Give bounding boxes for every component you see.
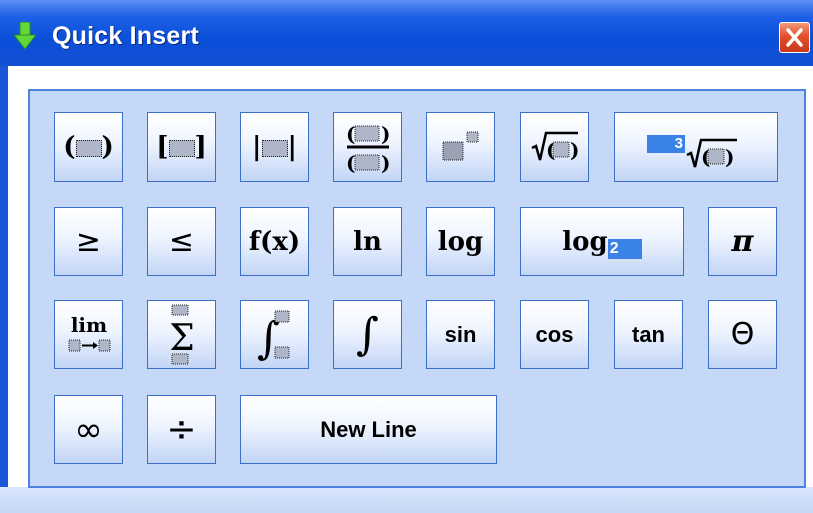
infinity-button[interactable]: ∞ (54, 395, 123, 464)
summation-button[interactable]: Σ (147, 300, 216, 369)
nth-root-icon: ( ) (686, 138, 737, 169)
cos-label: cos (535, 321, 574, 347)
theta-button[interactable]: Θ (708, 300, 777, 369)
log-label: log (437, 226, 484, 257)
definite-integral-icon: ∫ (257, 310, 289, 363)
window-bottom-edge (0, 487, 813, 513)
summation-label: Σ (169, 318, 194, 359)
nth-root-index: 3 (647, 135, 685, 153)
parentheses-icon: () (63, 132, 114, 162)
svg-text:(: ( (346, 151, 355, 175)
infinity-label: ∞ (74, 409, 103, 450)
greater-equal-label: ≥ (75, 224, 102, 259)
ln-label: ln (353, 226, 382, 257)
limit-button[interactable]: lim (54, 300, 123, 369)
integral-label: ∫ (356, 309, 379, 360)
sin-label: sin (444, 321, 477, 347)
new-line-button[interactable]: New Line (240, 395, 497, 464)
function-label: f(x) (248, 226, 301, 257)
function-button[interactable]: f(x) (240, 207, 309, 276)
title-bar[interactable]: Quick Insert (0, 0, 813, 66)
cos-button[interactable]: cos (520, 300, 589, 369)
log-base-label: log (562, 226, 608, 257)
less-equal-button[interactable]: ≤ (147, 207, 216, 276)
absolute-value-button[interactable]: | | (240, 112, 309, 182)
new-line-label: New Line (320, 416, 417, 442)
pi-button[interactable]: π (708, 207, 777, 276)
svg-text:): ) (570, 138, 579, 162)
integral-button[interactable]: ∫ (333, 300, 402, 369)
divide-button[interactable]: ÷ (147, 395, 216, 464)
log-base-button[interactable]: log 2 (520, 207, 684, 276)
svg-text:): ) (725, 145, 734, 169)
square-root-icon: ( ) (530, 131, 579, 162)
quick-insert-window: Quick Insert () [] | | ( ) ( ) () 3 ()… (0, 0, 813, 513)
fraction-icon: ( ) ( ) (346, 122, 390, 175)
definite-integral-button[interactable]: ∫ (240, 300, 309, 369)
greater-equal-button[interactable]: ≥ (54, 207, 123, 276)
brackets-icon: [] (156, 132, 207, 162)
superscript-button[interactable] (426, 112, 495, 182)
nth-root-button[interactable]: 3 ( ) (614, 112, 778, 182)
window-title: Quick Insert (52, 22, 199, 50)
brackets-button[interactable]: [] (147, 112, 216, 182)
superscript-icon (442, 131, 478, 161)
limit-icon: lim (68, 313, 110, 351)
svg-text:): ) (381, 151, 390, 175)
absolute-value-icon: | | (252, 132, 297, 162)
close-button[interactable] (779, 22, 810, 53)
down-arrow-icon (14, 22, 36, 50)
less-equal-label: ≤ (168, 224, 195, 259)
fraction-button[interactable]: ( ) ( ) (333, 112, 402, 182)
close-icon (786, 28, 803, 47)
theta-label: Θ (730, 317, 755, 352)
sin-button[interactable]: sin (426, 300, 495, 369)
square-root-button[interactable]: ( ) (520, 112, 589, 182)
tan-button[interactable]: tan (614, 300, 683, 369)
ln-button[interactable]: ln (333, 207, 402, 276)
summation-icon: Σ (169, 304, 194, 364)
divide-label: ÷ (166, 409, 197, 450)
tan-label: tan (632, 321, 665, 347)
parentheses-button[interactable]: () (54, 112, 123, 182)
log-base-value: 2 (607, 238, 642, 259)
svg-text:): ) (381, 122, 390, 146)
limit-label: lim (70, 313, 106, 337)
pi-label: π (731, 224, 754, 259)
svg-text:(: ( (346, 122, 355, 146)
log-button[interactable]: log (426, 207, 495, 276)
window-left-edge (0, 66, 8, 513)
